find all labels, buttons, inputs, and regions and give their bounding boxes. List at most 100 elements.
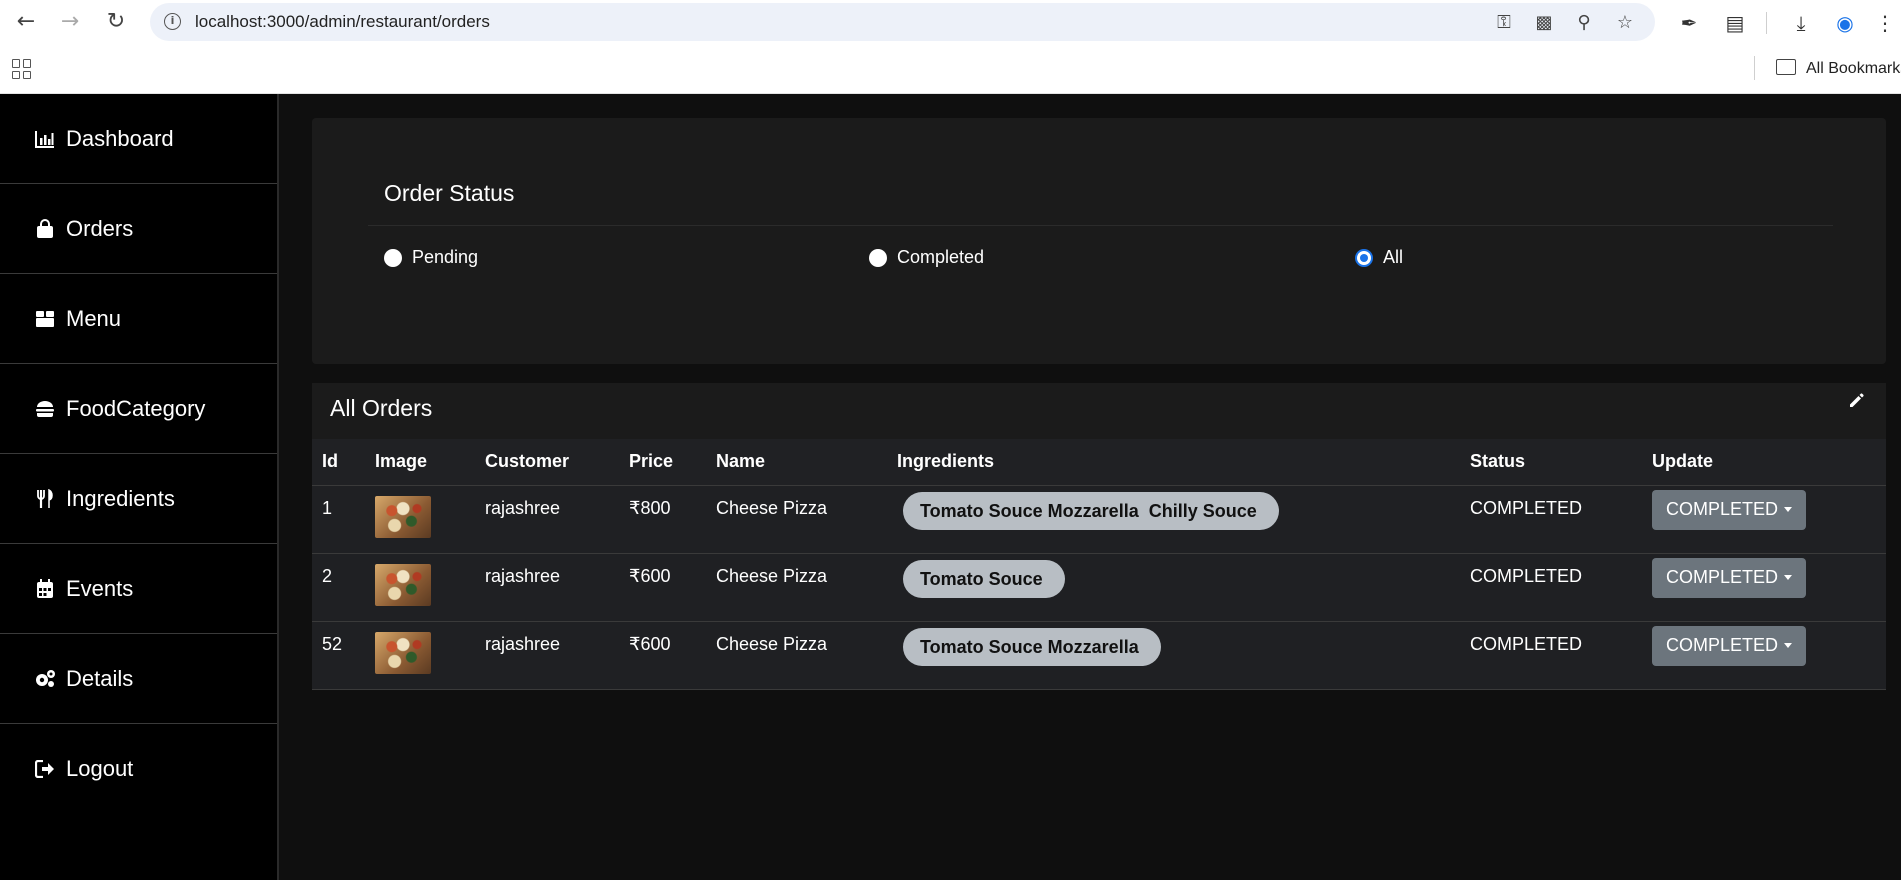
toolbar-separator <box>1766 12 1767 34</box>
sidebar-item-ingredients[interactable]: Ingredients <box>0 454 277 544</box>
bookmarks-bar: All Bookmarks <box>0 44 1901 94</box>
order-customer: rajashree <box>475 621 619 690</box>
all-orders-title: All Orders <box>330 395 433 421</box>
profile-icon[interactable]: ◉ <box>1832 10 1858 36</box>
order-id: 1 <box>312 485 365 554</box>
gears-icon <box>34 668 56 690</box>
order-price: ₹600 <box>619 553 706 622</box>
ingredients-pill: Tomato Souce Mozzarella <box>903 627 1161 666</box>
image-cell <box>365 485 475 554</box>
utensils-icon <box>34 488 56 510</box>
status-update-dropdown[interactable]: COMPLETED <box>1652 557 1807 598</box>
sidebar-item-logout[interactable]: Logout <box>0 724 277 814</box>
ingredients-pill: Tomato Souce <box>903 559 1065 598</box>
burger-icon <box>34 398 56 420</box>
bookmark-star-icon[interactable]: ☆ <box>1613 11 1637 35</box>
folder-icon <box>1776 59 1796 75</box>
order-name: Cheese Pizza <box>706 553 887 622</box>
site-info-icon[interactable]: i <box>164 13 181 30</box>
order-status: COMPLETED <box>1460 485 1642 554</box>
order-id: 2 <box>312 553 365 622</box>
column-header-customer: Customer <box>475 439 619 486</box>
ingredients-cell: Tomato Souce Mozzarella <box>887 621 1460 690</box>
shopping-bag-icon <box>34 218 56 240</box>
radio-button[interactable] <box>384 248 402 267</box>
radio-all[interactable]: All <box>1355 247 1403 268</box>
sidebar-item-details[interactable]: Details <box>0 634 277 724</box>
sidebar-item-menu[interactable]: Menu <box>0 274 277 364</box>
image-cell <box>365 553 475 622</box>
edit-pencil-icon[interactable] <box>1848 393 1868 413</box>
caret-down-icon <box>1784 575 1793 580</box>
browser-toolbar: ← → ↻ i localhost:3000/admin/restaurant/… <box>0 0 1901 44</box>
install-app-icon[interactable]: ▩ <box>1532 11 1556 35</box>
order-price: ₹600 <box>619 621 706 690</box>
orders-table: Id Image Customer Price Name Ingredients… <box>312 439 1886 690</box>
address-bar[interactable]: i localhost:3000/admin/restaurant/orders… <box>150 3 1655 41</box>
sidebar-item-foodcategory[interactable]: FoodCategory <box>0 364 277 454</box>
sidebar-item-orders[interactable]: Orders <box>0 184 277 274</box>
column-header-id: Id <box>312 439 365 486</box>
divider <box>368 225 1833 226</box>
box-icon <box>34 308 56 330</box>
radio-label: Pending <box>412 247 479 267</box>
download-icon[interactable]: ⤓ <box>1788 10 1814 36</box>
all-bookmarks-link[interactable]: All Bookmarks <box>1806 44 1901 94</box>
column-header-name: Name <box>706 439 887 486</box>
sidebar: Dashboard Orders Menu FoodCategory Ingre… <box>0 94 279 880</box>
column-header-status: Status <box>1460 439 1642 486</box>
radio-completed[interactable]: Completed <box>869 247 984 268</box>
caret-down-icon <box>1784 507 1793 512</box>
sidebar-item-label: Ingredients <box>66 485 175 511</box>
order-name: Cheese Pizza <box>706 485 887 554</box>
radio-button[interactable] <box>869 248 887 267</box>
bookmarks-separator <box>1754 56 1755 80</box>
dropdown-label: COMPLETED <box>1666 567 1779 587</box>
pizza-thumbnail <box>375 631 431 674</box>
column-header-ingredients: Ingredients <box>887 439 1460 486</box>
back-icon[interactable]: ← <box>8 8 44 36</box>
extensions-icon[interactable]: ▤ <box>1722 10 1748 36</box>
eyedropper-icon[interactable]: ✒ <box>1676 10 1702 36</box>
caret-down-icon <box>1784 643 1793 648</box>
radio-pending[interactable]: Pending <box>384 247 478 268</box>
order-status: COMPLETED <box>1460 553 1642 622</box>
order-name: Cheese Pizza <box>706 621 887 690</box>
sidebar-item-events[interactable]: Events <box>0 544 277 634</box>
pizza-thumbnail <box>375 563 431 606</box>
order-customer: rajashree <box>475 553 619 622</box>
calendar-icon <box>34 578 56 600</box>
radio-button-selected[interactable] <box>1355 248 1373 267</box>
radio-label: Completed <box>897 247 985 267</box>
address-url[interactable]: localhost:3000/admin/restaurant/orders <box>195 3 490 41</box>
table-row: 2 rajashree ₹600 Cheese Pizza Tomato Sou… <box>312 553 1886 622</box>
zoom-icon[interactable]: ⚲ <box>1572 11 1596 35</box>
table-row: 1 rajashree ₹800 Cheese Pizza Tomato Sou… <box>312 485 1886 554</box>
password-key-icon[interactable]: ⚿ <box>1492 11 1516 35</box>
order-price: ₹800 <box>619 485 706 554</box>
order-status: COMPLETED <box>1460 621 1642 690</box>
sidebar-item-dashboard[interactable]: Dashboard <box>0 94 277 184</box>
dropdown-label: COMPLETED <box>1666 635 1779 655</box>
pizza-thumbnail <box>375 495 431 538</box>
forward-icon[interactable]: → <box>52 8 88 36</box>
order-status-card: Order Status Pending Completed All <box>312 118 1886 364</box>
sidebar-item-label: Details <box>66 665 134 691</box>
status-update-dropdown[interactable]: COMPLETED <box>1652 625 1807 666</box>
dropdown-label: COMPLETED <box>1666 499 1779 519</box>
order-id: 52 <box>312 621 365 690</box>
status-update-dropdown[interactable]: COMPLETED <box>1652 489 1807 530</box>
sidebar-item-label: Menu <box>66 305 122 331</box>
column-header-price: Price <box>619 439 706 486</box>
reload-icon[interactable]: ↻ <box>98 8 134 36</box>
update-cell: COMPLETED <box>1642 553 1886 622</box>
sidebar-item-label: Dashboard <box>66 125 174 151</box>
ingredients-cell: Tomato Souce <box>887 553 1460 622</box>
sidebar-item-label: Logout <box>66 756 134 781</box>
logout-icon <box>34 758 56 780</box>
menu-kebab-icon[interactable]: ⋮ <box>1872 10 1898 36</box>
ingredients-cell: Tomato Souce Mozzarella Chilly Souce <box>887 485 1460 554</box>
column-header-update: Update <box>1642 439 1886 486</box>
apps-grid-icon[interactable] <box>12 59 32 79</box>
sidebar-item-label: Events <box>66 575 134 601</box>
